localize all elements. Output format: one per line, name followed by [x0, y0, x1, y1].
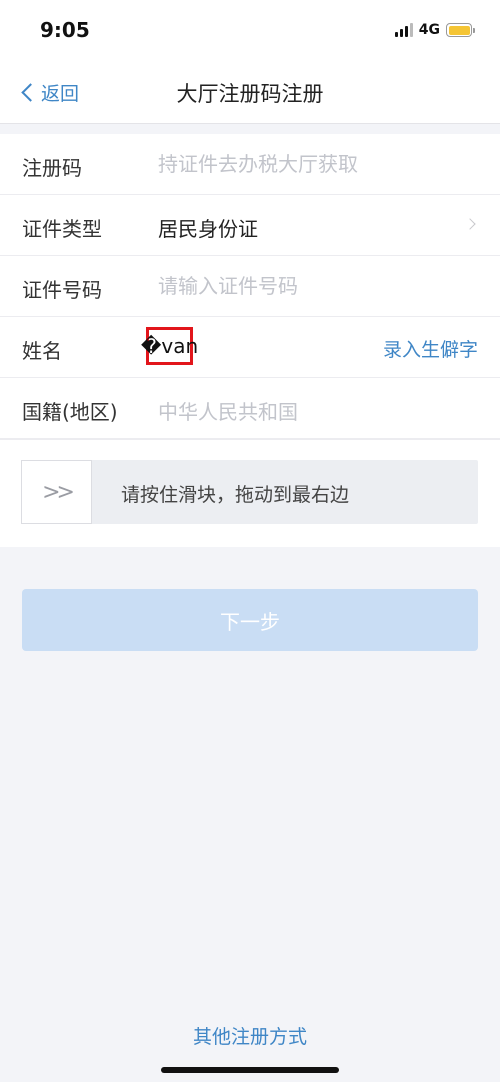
- name-label: 姓名: [22, 339, 62, 363]
- nationality-value: 中华人民共和国: [158, 400, 298, 424]
- nav-bar: 返回 大厅注册码注册: [0, 60, 500, 124]
- chevron-right-icon: [464, 218, 476, 230]
- reg-code-row: 注册码: [0, 134, 500, 195]
- nationality-row: 国籍(地区) 中华人民共和国: [0, 378, 500, 439]
- signal-icon: [394, 23, 413, 37]
- id-number-label: 证件号码: [22, 278, 102, 302]
- next-button[interactable]: 下一步: [22, 589, 478, 651]
- rare-char-link[interactable]: 录入生僻字: [383, 335, 478, 362]
- nationality-label: 国籍(地区): [22, 400, 118, 424]
- network-type: 4G: [418, 22, 440, 38]
- registration-form: 注册码 证件类型 居民身份证 证件号码 姓名 �van 录入生僻字 国籍(地区)…: [0, 134, 500, 547]
- double-chevron-right-icon: >>: [42, 479, 75, 505]
- reg-code-input[interactable]: [158, 148, 468, 180]
- status-time: 9:05: [40, 18, 90, 42]
- slider-hint: 请按住滑块，拖动到最右边: [121, 484, 350, 506]
- id-number-row: 证件号码: [0, 256, 500, 317]
- slider-verification: >> 请按住滑块，拖动到最右边: [0, 439, 500, 547]
- battery-icon: [446, 23, 475, 37]
- id-type-row[interactable]: 证件类型 居民身份证: [0, 195, 500, 256]
- home-indicator: [161, 1067, 339, 1073]
- slider-track: >> 请按住滑块，拖动到最右边: [21, 460, 478, 524]
- status-indicators: 4G: [394, 20, 475, 40]
- reg-code-label: 注册码: [22, 156, 82, 180]
- status-bar: 9:05 4G: [0, 0, 500, 60]
- id-number-input[interactable]: [158, 270, 468, 302]
- name-input[interactable]: �van: [141, 327, 198, 365]
- name-value: �van: [140, 334, 199, 358]
- name-row: 姓名 �van 录入生僻字: [0, 317, 500, 378]
- id-type-label: 证件类型: [22, 217, 102, 241]
- page-title: 大厅注册码注册: [176, 82, 324, 106]
- slider-handle[interactable]: >>: [21, 460, 92, 524]
- id-type-value: 居民身份证: [158, 217, 258, 241]
- other-methods-link[interactable]: 其他注册方式: [0, 1022, 500, 1049]
